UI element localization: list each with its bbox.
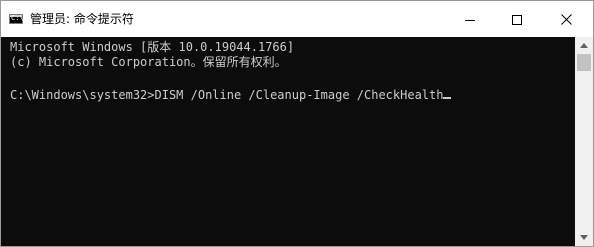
scroll-up-arrow-icon: [580, 43, 588, 48]
title-bar[interactable]: C:\ 管理员: 命令提示符: [1, 1, 593, 37]
command-text: C:\Windows\system32>DISM /Online /Cleanu…: [10, 88, 444, 102]
scroll-down-arrow-icon: [580, 235, 588, 240]
minimize-icon: [465, 20, 475, 21]
vertical-scrollbar[interactable]: [575, 37, 593, 246]
command-line[interactable]: C:\Windows\system32>DISM /Online /Cleanu…: [10, 87, 452, 103]
scroll-down-button[interactable]: [575, 229, 593, 246]
maximize-button[interactable]: [494, 1, 540, 37]
close-button[interactable]: [540, 1, 593, 37]
text-cursor: [443, 97, 452, 99]
console-line: Microsoft Windows [版本 10.0.19044.1766]: [10, 40, 295, 54]
close-icon: [561, 14, 572, 25]
maximize-icon: [512, 15, 522, 25]
command-prompt-window: C:\ 管理员: 命令提示符 Microsoft Windows [版本 10.…: [0, 0, 594, 247]
console-output[interactable]: Microsoft Windows [版本 10.0.19044.1766] (…: [1, 37, 575, 246]
scroll-up-button[interactable]: [575, 37, 593, 54]
minimize-button[interactable]: [448, 1, 494, 37]
console-line: (c) Microsoft Corporation。保留所有权利。: [10, 55, 287, 69]
scroll-thumb[interactable]: [577, 54, 591, 71]
cmd-console-icon[interactable]: C:\: [9, 14, 24, 24]
window-title: 管理员: 命令提示符: [30, 12, 134, 26]
